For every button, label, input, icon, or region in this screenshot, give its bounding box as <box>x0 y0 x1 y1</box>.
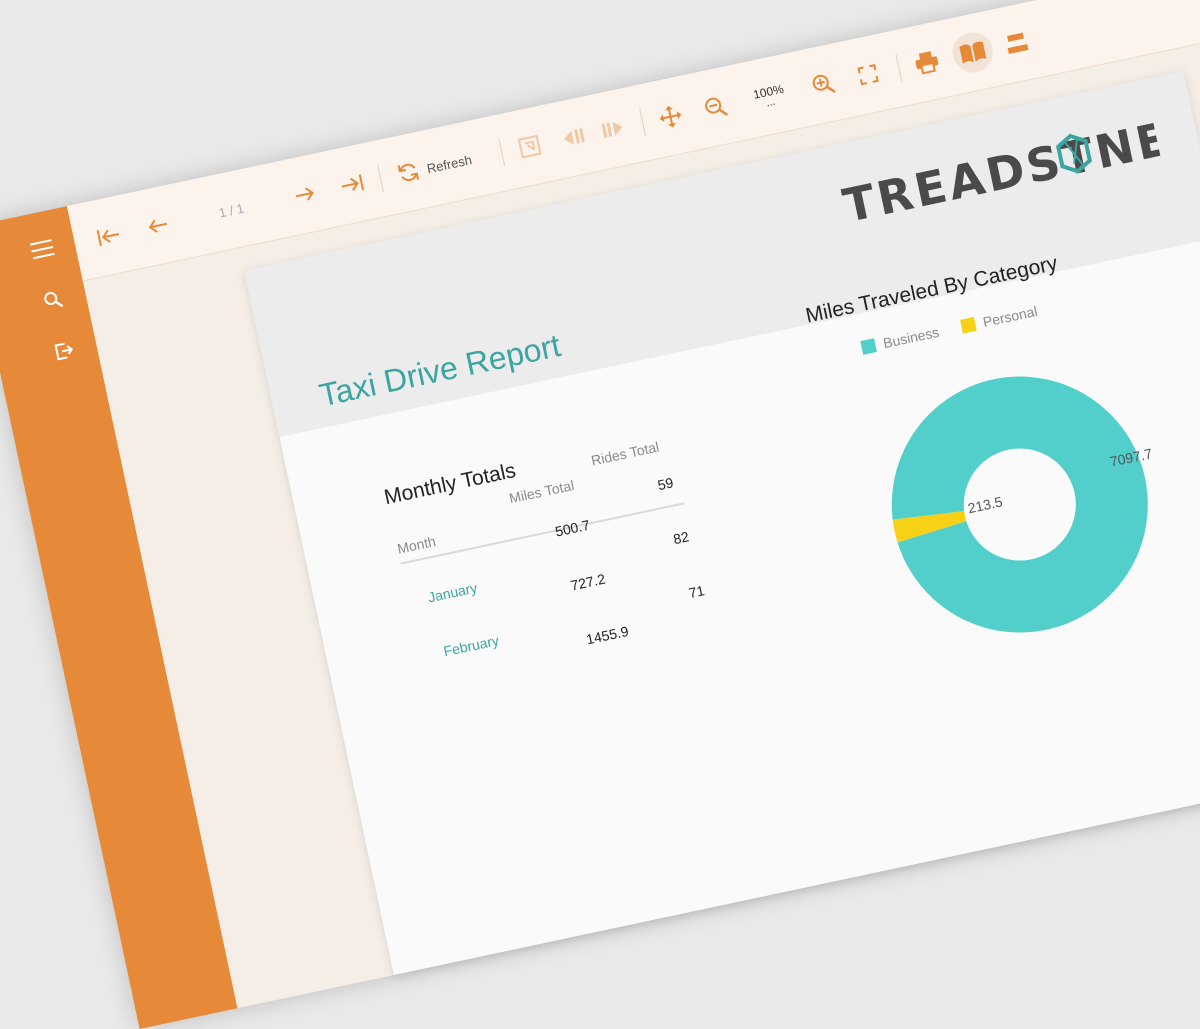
logo-text: TREADSTNE <box>838 111 1162 233</box>
report-viewer: 1 / 1 Refresh 100% ... TREADSTNE Taxi Dr… <box>0 0 1200 1029</box>
print-button[interactable] <box>908 40 946 85</box>
fullscreen-icon <box>857 64 879 86</box>
galley-mode-button[interactable] <box>949 28 997 77</box>
refresh-button[interactable] <box>390 150 428 195</box>
toolbar-divider <box>377 164 384 193</box>
zoom-in-icon <box>812 74 836 94</box>
donut-chart: 7097.7 213.5 <box>891 376 1154 633</box>
refresh-icon <box>397 163 420 181</box>
export-toolbar-button[interactable] <box>998 20 1036 65</box>
legend-swatch-business <box>860 338 877 355</box>
table-cell-miles: 500.7 <box>553 516 592 540</box>
last-page-button[interactable] <box>333 162 371 207</box>
export-icon <box>54 342 74 361</box>
zoom-level-selector[interactable]: 100% ... <box>736 70 803 122</box>
report-title: Taxi Drive Report <box>316 327 564 414</box>
download-icon <box>1007 32 1029 54</box>
page-indicator: 1 / 1 <box>198 184 265 236</box>
zoom-out-icon <box>705 97 729 116</box>
page-indicator-text: 1 / 1 <box>217 200 246 221</box>
last-page-icon <box>341 174 365 191</box>
table-title: Monthly Totals <box>382 458 518 510</box>
export-button[interactable] <box>44 331 84 371</box>
table-cell-miles: 1455.9 <box>584 622 630 648</box>
table-cell-month: February <box>442 632 501 660</box>
move-icon <box>659 105 682 128</box>
treadstone-logo: TREADSTNE <box>837 109 1175 239</box>
first-page-button[interactable] <box>90 213 128 258</box>
history-back-icon <box>563 128 585 145</box>
column-header-month: Month <box>395 533 438 557</box>
first-page-icon <box>96 229 120 247</box>
table-cell-rides: 82 <box>671 528 691 548</box>
history-back-button[interactable] <box>554 115 592 160</box>
refresh-label-wrap[interactable]: Refresh <box>423 135 496 188</box>
search-button[interactable] <box>33 280 73 320</box>
refresh-label: Refresh <box>425 151 474 176</box>
book-icon <box>959 41 987 64</box>
toolbar-divider <box>639 108 647 137</box>
hamburger-icon <box>29 239 55 260</box>
arrow-right-icon <box>295 187 314 201</box>
return-icon <box>517 134 542 159</box>
table-cell-rides: 71 <box>687 582 706 602</box>
toolbar-divider <box>895 54 903 82</box>
column-header-rides: Rides Total <box>589 438 661 469</box>
previous-page-button[interactable] <box>139 203 177 248</box>
zoom-more: ... <box>765 95 777 110</box>
history-forward-button[interactable] <box>595 106 633 151</box>
arrow-left-icon <box>148 219 167 233</box>
history-forward-icon <box>601 121 623 138</box>
menu-button[interactable] <box>22 229 62 269</box>
toolbar-divider <box>498 138 506 167</box>
pan-mode-button[interactable] <box>652 94 690 139</box>
legend-item-business: Business <box>860 323 941 356</box>
parent-report-button[interactable] <box>511 124 549 169</box>
legend-label-personal: Personal <box>981 302 1039 331</box>
slice-label-personal: 213.5 <box>966 493 1004 516</box>
table-cell-month: January <box>426 579 479 606</box>
next-page-button[interactable] <box>286 172 324 217</box>
table-cell-rides: 59 <box>656 474 675 494</box>
donut-slice-business <box>891 376 1148 633</box>
logo-graphic: TREADSTNE <box>838 111 1175 233</box>
printer-icon <box>915 51 939 75</box>
legend-label-business: Business <box>881 323 941 352</box>
zoom-out-button[interactable] <box>697 84 735 129</box>
zoom-in-button[interactable] <box>804 62 842 107</box>
fullscreen-button[interactable] <box>849 52 887 97</box>
sidebar <box>0 206 238 1029</box>
table-header-divider <box>400 502 685 565</box>
legend-item-personal: Personal <box>960 303 1039 335</box>
legend-swatch-personal <box>960 317 977 334</box>
search-icon <box>44 292 64 308</box>
table-cell-miles: 727.2 <box>569 570 607 594</box>
